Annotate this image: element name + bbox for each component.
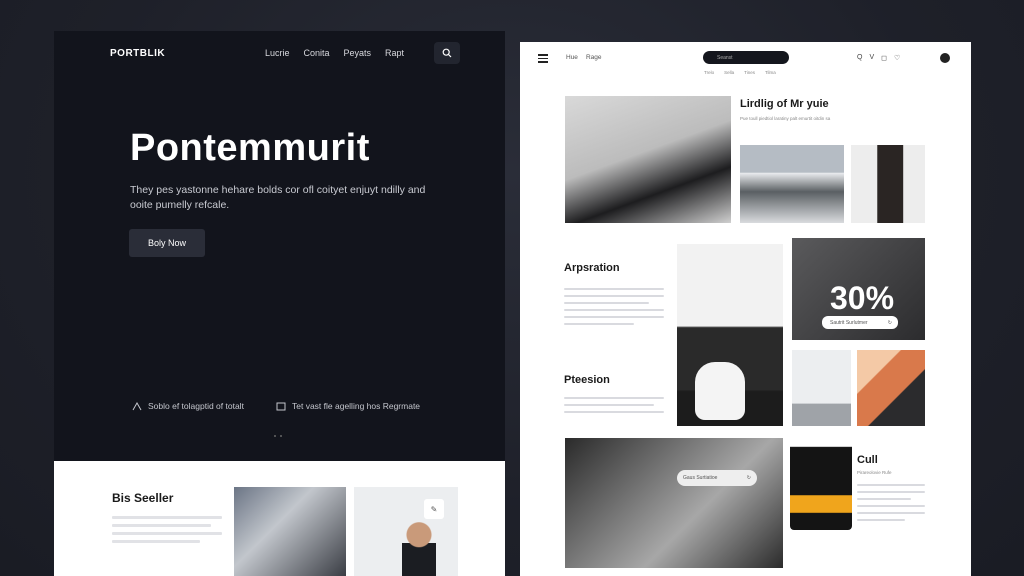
section-4-text [857, 484, 925, 526]
top-nav: PORTBLIK Lucrie Conita Peyats Rapt [54, 31, 505, 75]
avatar[interactable] [940, 53, 950, 63]
search-icon[interactable]: Q [857, 54, 862, 62]
sublink-2[interactable]: Sella [724, 70, 734, 75]
sneaker-shape [695, 362, 745, 420]
nav-link-4[interactable]: Rapt [385, 48, 404, 58]
brand-logo[interactable]: PORTBLIK [110, 48, 165, 59]
carousel-dots[interactable] [274, 435, 282, 437]
sublink-1[interactable]: Trelo [704, 70, 714, 75]
buy-now-button[interactable]: Boly Now [129, 229, 205, 257]
search-button[interactable] [434, 42, 460, 64]
nav-links: Lucrie Conita Peyats Rapt [265, 48, 404, 58]
image-woman[interactable] [851, 145, 925, 223]
feature-2-text: Tet vast fle agelling hos Regrmate [292, 401, 421, 411]
product-image-hands[interactable] [234, 487, 346, 576]
shop-nav: Hue Rage Seanst Trelo Sella Tines Tilma … [520, 42, 971, 78]
bag-icon[interactable]: ◻ [881, 54, 887, 62]
dark-homepage-mockup: PORTBLIK Lucrie Conita Peyats Rapt Ponte… [54, 31, 505, 576]
section-2-text [564, 288, 664, 330]
shop-search-input[interactable]: Seanst [703, 51, 789, 64]
model-figure [402, 521, 436, 576]
best-seller-section: Bis Seeller ✎ [54, 461, 505, 576]
feature-1: Soblo ef tolagptid of totalt [132, 401, 244, 411]
image-sneaker-tying[interactable] [677, 244, 783, 426]
sublink-3[interactable]: Tines [744, 70, 755, 75]
nav-link-2[interactable]: Conita [304, 48, 330, 58]
section-heading-3: Pteesion [564, 374, 610, 386]
search-icon [442, 48, 452, 58]
product-image-man[interactable]: ✎ [354, 487, 458, 576]
sublink-4[interactable]: Tilma [765, 70, 776, 75]
section-heading-2: Arpsration [564, 262, 620, 274]
hero-title: Pontemmurit [130, 127, 370, 169]
hero-image-hand-shoe[interactable] [565, 96, 731, 223]
image-sculptural-shoe[interactable]: Gaus Surtiatioe ↻ [565, 438, 783, 568]
section-3-text [564, 397, 664, 418]
shop-nav-link-2[interactable]: Rage [586, 54, 602, 61]
menu-icon[interactable] [538, 54, 548, 65]
shoe-pill[interactable]: Gaus Surtiatioe ↻ [677, 470, 757, 486]
feature-2: Tet vast fle agelling hos Regrmate [276, 401, 420, 411]
box-icon [276, 402, 286, 410]
light-shop-mockup: Hue Rage Seanst Trelo Sella Tines Tilma … [520, 42, 971, 576]
promo-percentage: 30% [830, 280, 895, 316]
section-heading-1-sub: Pue toull piedtiol laratiny palt emurtit… [740, 116, 831, 121]
shop-icons: Q V ◻ ♡ [857, 54, 900, 62]
image-legs-sneakers[interactable] [790, 442, 852, 530]
filter-icon[interactable]: V [869, 54, 874, 62]
section-heading-1: Lirdlig of Mr yuie [740, 98, 829, 110]
refresh-icon: ↻ [887, 319, 892, 326]
image-snow-landscape[interactable] [740, 145, 844, 223]
section-heading-4-sub: Pirareolovie Rufe [857, 470, 892, 475]
nav-link-3[interactable]: Peyats [344, 48, 372, 58]
shop-sublinks: Trelo Sella Tines Tilma [704, 70, 776, 75]
refresh-icon: ↻ [746, 475, 751, 481]
tag-icon[interactable]: ✎ [424, 499, 444, 519]
heart-icon[interactable]: ♡ [894, 54, 900, 62]
promo-pill-text: Sautrit Surlutmer [830, 319, 868, 326]
shop-nav-links: Hue Rage [566, 54, 601, 61]
best-seller-title: Bis Seeller [112, 491, 174, 505]
image-wind-turbines[interactable] [792, 350, 851, 426]
nav-link-1[interactable]: Lucrie [265, 48, 290, 58]
feature-1-text: Soblo ef tolagptid of totalt [148, 401, 244, 411]
shoe-pill-text: Gaus Surtiatioe [683, 475, 718, 481]
section-heading-4: Cull [857, 454, 878, 466]
promo-pill[interactable]: Sautrit Surlutmer ↻ [822, 316, 898, 329]
mountain-icon [132, 401, 142, 410]
shop-nav-link-1[interactable]: Hue [566, 54, 578, 61]
hero-subtitle: They pes yastonne hehare bolds cor ofl c… [130, 184, 426, 211]
best-seller-text [112, 516, 222, 548]
promo-card[interactable]: 30% Sautrit Surlutmer ↻ [792, 238, 925, 340]
image-orange-shoe[interactable] [857, 350, 925, 426]
